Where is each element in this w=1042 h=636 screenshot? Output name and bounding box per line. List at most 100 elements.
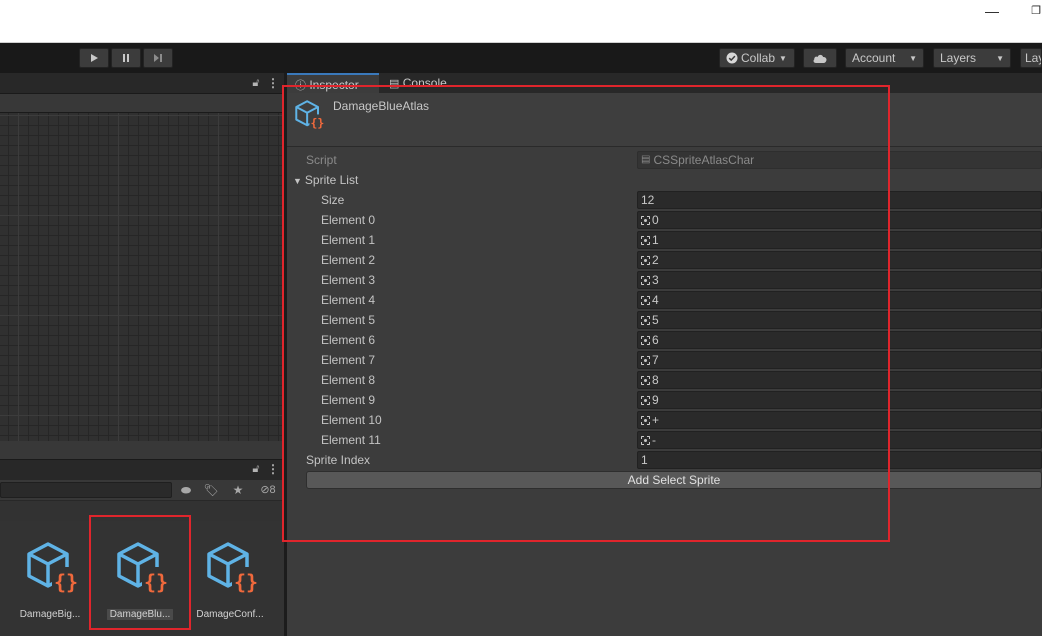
hidden-packages-toggle[interactable]: ⊘8 bbox=[253, 482, 283, 498]
asset-name: DamageConf... bbox=[196, 609, 264, 620]
svg-text:{}: {} bbox=[144, 570, 168, 594]
svg-text:{}: {} bbox=[234, 570, 258, 594]
filter-by-type-icon[interactable]: ⬬ bbox=[176, 482, 196, 498]
sprite-icon bbox=[641, 395, 650, 405]
element-label: Element 7 bbox=[321, 353, 376, 367]
sprite-icon bbox=[641, 335, 650, 345]
sprite-object-field[interactable]: 0 bbox=[637, 211, 1042, 229]
play-icon bbox=[91, 54, 98, 62]
step-button[interactable] bbox=[143, 48, 173, 68]
sprite-icon bbox=[641, 235, 650, 245]
asset-name: DamageBlu... bbox=[98, 609, 182, 620]
script-asset-icon: {} bbox=[27, 542, 80, 594]
size-field[interactable]: 12 bbox=[637, 191, 1042, 209]
element-label: Element 4 bbox=[321, 293, 376, 307]
sprite-index-value: 1 bbox=[641, 453, 648, 467]
layers-dropdown[interactable]: Layers ▼ bbox=[933, 48, 1011, 68]
sprite-object-field[interactable]: 6 bbox=[637, 331, 1042, 349]
console-icon: ▤ bbox=[389, 78, 400, 90]
cloud-icon bbox=[813, 54, 827, 63]
filter-by-label-icon[interactable]: 🏷︎ bbox=[201, 482, 221, 498]
sprite-object-field[interactable]: 1 bbox=[637, 231, 1042, 249]
tab-console[interactable]: ▤ Console bbox=[381, 73, 465, 93]
pause-button[interactable] bbox=[111, 48, 141, 68]
asset-tile-selected[interactable]: {} DamageBlu... bbox=[98, 530, 182, 630]
add-select-sprite-button[interactable]: Add Select Sprite bbox=[306, 471, 1042, 489]
sprite-object-field[interactable]: 5 bbox=[637, 311, 1042, 329]
panel-menu-icon[interactable]: ⋮ bbox=[267, 462, 279, 476]
caret-down-icon: ▼ bbox=[779, 53, 787, 63]
asset-tile[interactable]: {} DamageConf... bbox=[188, 530, 272, 630]
tab-label: Console bbox=[402, 76, 447, 90]
lock-icon[interactable]: 🔓︎ bbox=[249, 76, 263, 90]
tab-inspector[interactable]: ⓘ Inspector bbox=[287, 73, 379, 93]
project-search-input[interactable] bbox=[0, 482, 172, 498]
minimize-icon[interactable]: — bbox=[984, 4, 1000, 18]
collab-dropdown[interactable]: Collab ▼ bbox=[719, 48, 795, 68]
sprite-object-field[interactable]: 9 bbox=[637, 391, 1042, 409]
asset-title: DamageBlueAtlas bbox=[333, 99, 430, 113]
info-icon: ⓘ bbox=[295, 80, 306, 92]
panel-menu-icon[interactable]: ⋮ bbox=[267, 76, 279, 90]
pause-icon bbox=[123, 54, 129, 62]
sprite-object-field[interactable]: 8 bbox=[637, 371, 1042, 389]
collab-label: Collab bbox=[741, 51, 776, 65]
element-value: 3 bbox=[652, 273, 659, 287]
script-field: ▤ CSSpriteAtlasChar bbox=[637, 151, 1042, 169]
eye-slash-icon: ⊘ bbox=[260, 484, 270, 496]
element-value: 8 bbox=[652, 373, 659, 387]
script-label: Script bbox=[306, 153, 337, 167]
scene-bottom-strip bbox=[0, 441, 284, 459]
element-label: Element 1 bbox=[321, 233, 376, 247]
asset-tile[interactable]: {} DamageBig... bbox=[8, 530, 92, 630]
project-breadcrumb bbox=[0, 501, 284, 522]
element-label: Element 9 bbox=[321, 393, 376, 407]
sprite-icon bbox=[641, 255, 650, 265]
script-value: CSSpriteAtlasChar bbox=[653, 153, 755, 167]
sprite-icon bbox=[641, 275, 650, 285]
sprite-object-field[interactable]: - bbox=[637, 431, 1042, 449]
favorite-star-icon[interactable]: ★ bbox=[228, 482, 248, 498]
scene-tab-bar bbox=[0, 73, 284, 94]
tab-label: Inspector bbox=[309, 78, 359, 92]
sprite-object-field[interactable]: 2 bbox=[637, 251, 1042, 269]
element-label: Element 3 bbox=[321, 273, 376, 287]
sprite-icon bbox=[641, 355, 650, 365]
element-value: + bbox=[652, 413, 660, 427]
scene-toolbar bbox=[0, 94, 284, 113]
lock-icon[interactable]: 🔓︎ bbox=[249, 462, 263, 476]
element-label: Element 10 bbox=[321, 413, 382, 427]
layout-dropdown[interactable]: Lay bbox=[1020, 48, 1042, 68]
account-dropdown[interactable]: Account ▼ bbox=[845, 48, 924, 68]
sprite-object-field[interactable]: 4 bbox=[637, 291, 1042, 309]
sprite-object-field[interactable]: 3 bbox=[637, 271, 1042, 289]
sprite-index-field[interactable]: 1 bbox=[637, 451, 1042, 469]
element-value: 0 bbox=[652, 213, 659, 227]
element-value: - bbox=[652, 433, 656, 447]
size-label: Size bbox=[321, 193, 345, 207]
sprite-object-field[interactable]: + bbox=[637, 411, 1042, 429]
sprite-icon bbox=[641, 315, 650, 325]
script-file-icon: ▤ bbox=[641, 154, 651, 165]
element-value: 9 bbox=[652, 393, 659, 407]
sprite-icon bbox=[641, 375, 650, 385]
svg-text:{}: {} bbox=[54, 570, 78, 594]
script-asset-icon: {} bbox=[207, 542, 260, 594]
cloud-button[interactable] bbox=[803, 48, 837, 68]
sprite-list-foldout[interactable]: ▼ Sprite List bbox=[293, 171, 358, 189]
account-label: Account bbox=[852, 51, 896, 65]
svg-text:{}: {} bbox=[311, 116, 325, 130]
element-value: 1 bbox=[652, 233, 659, 247]
play-button[interactable] bbox=[79, 48, 109, 68]
restore-icon[interactable]: ❐ bbox=[1028, 4, 1042, 18]
element-label: Element 6 bbox=[321, 333, 376, 347]
element-value: 4 bbox=[652, 293, 659, 307]
element-label: Element 5 bbox=[321, 313, 376, 327]
element-label: Element 11 bbox=[321, 433, 381, 447]
project-tab-bar bbox=[0, 459, 284, 481]
caret-down-icon: ▼ bbox=[909, 53, 917, 63]
sprite-object-field[interactable]: 7 bbox=[637, 351, 1042, 369]
scene-view-grid[interactable] bbox=[0, 113, 284, 441]
sprite-icon bbox=[641, 435, 650, 445]
hidden-count: 8 bbox=[269, 484, 276, 496]
